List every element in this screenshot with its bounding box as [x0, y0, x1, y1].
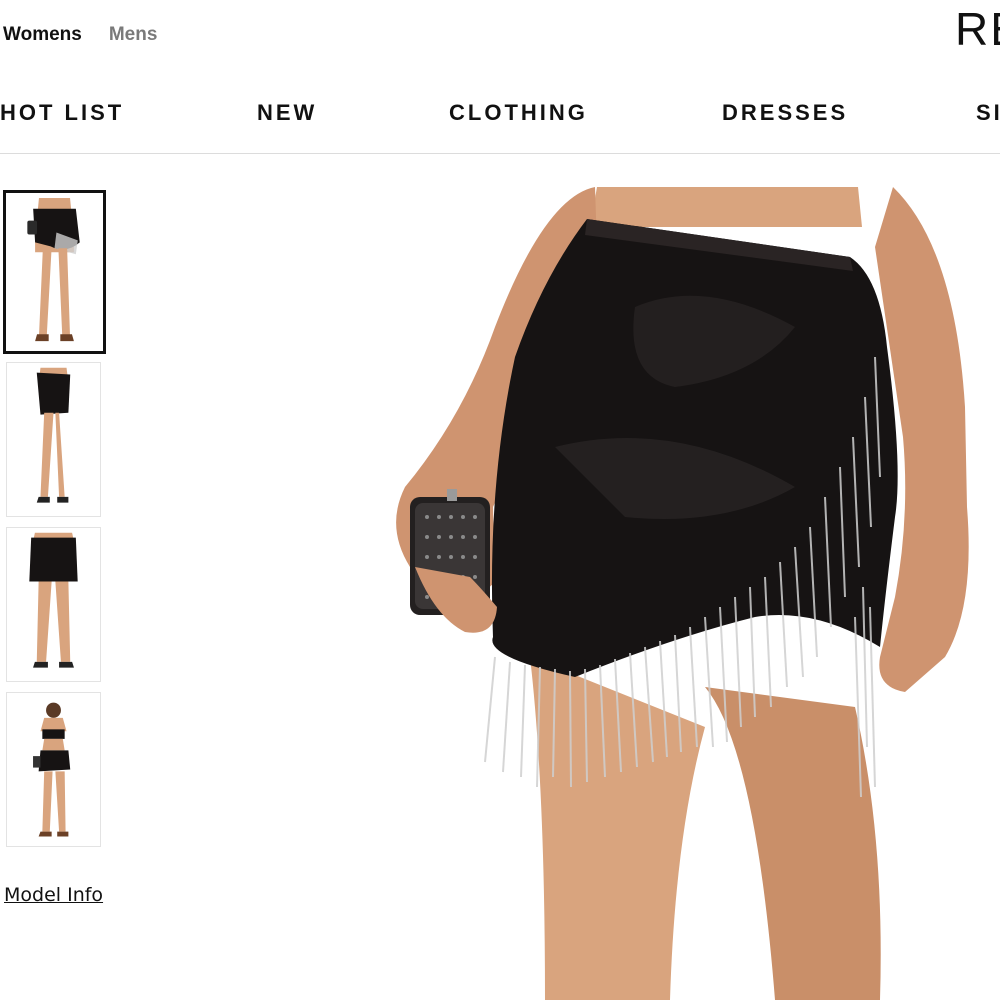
main-nav: HOT LIST NEW CLOTHING DRESSES SI: [0, 100, 1000, 130]
nav-item-new[interactable]: NEW: [257, 100, 317, 126]
nav-item-clothing[interactable]: CLOTHING: [449, 100, 588, 126]
nav-mens-link[interactable]: Mens: [109, 24, 158, 46]
thumbnail-front-view[interactable]: [3, 190, 106, 354]
nav-item-truncated[interactable]: SI: [976, 100, 1000, 126]
brand-logo[interactable]: RE: [955, 2, 1000, 56]
nav-womens-link[interactable]: Womens: [3, 24, 82, 46]
nav-item-hot-list[interactable]: HOT LIST: [0, 100, 124, 126]
thumbnail-side-view[interactable]: [6, 362, 101, 517]
model-info-link[interactable]: Model Info: [4, 884, 103, 906]
nav-item-dresses[interactable]: DRESSES: [722, 100, 848, 126]
header-divider: [0, 153, 1000, 154]
thumbnail-full-outfit-view[interactable]: [6, 692, 101, 847]
thumbnail-back-view[interactable]: [6, 527, 101, 682]
product-main-image[interactable]: [375, 187, 1000, 1000]
gender-nav: Womens Mens: [3, 24, 157, 46]
